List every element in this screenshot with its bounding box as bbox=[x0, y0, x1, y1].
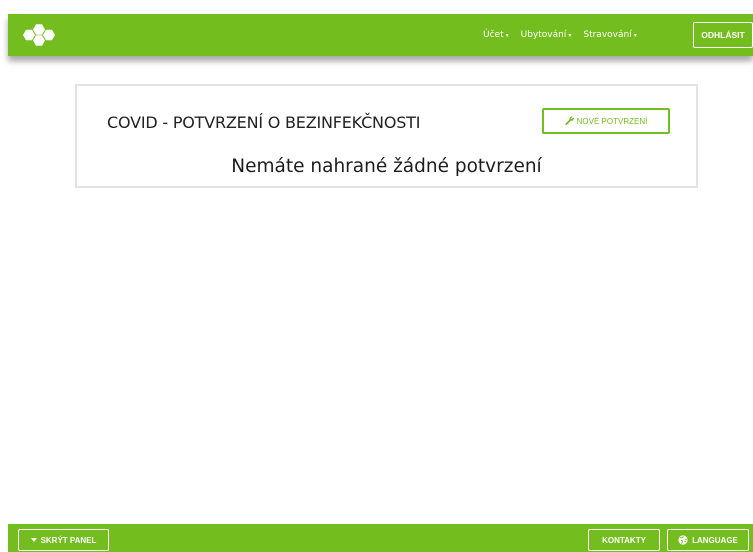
hide-panel-label: SKRÝT PANEL bbox=[40, 535, 97, 545]
caret-down-icon bbox=[30, 538, 37, 542]
nav-item-account[interactable]: Účet ▾ bbox=[483, 30, 509, 40]
bottom-bar: SKRÝT PANEL KONTAKTY LANGUAGE bbox=[8, 524, 753, 552]
wrench-icon bbox=[565, 116, 574, 127]
nav-item-accommodation[interactable]: Ubytování ▾ bbox=[521, 30, 572, 40]
hide-panel-button[interactable]: SKRÝT PANEL bbox=[18, 529, 109, 551]
nav-item-label: Stravování bbox=[583, 30, 632, 40]
language-label: LANGUAGE bbox=[692, 535, 738, 545]
page-title: COVID - POTVRZENÍ O BEZINFEKČNOSTI bbox=[107, 113, 421, 132]
logout-button[interactable]: ODHLÁSIT bbox=[693, 22, 753, 48]
contacts-button[interactable]: KONTAKTY bbox=[588, 529, 660, 551]
nav-item-dining[interactable]: Stravování ▾ bbox=[583, 30, 636, 40]
new-certificate-label: NOVÉ POTVRZENÍ bbox=[576, 116, 648, 126]
language-button[interactable]: LANGUAGE bbox=[667, 529, 749, 551]
caret-down-icon: ▾ bbox=[568, 31, 572, 39]
nav-item-label: Ubytování bbox=[520, 30, 567, 40]
empty-state-message: Nemáte nahrané žádné potvrzení bbox=[231, 156, 542, 177]
caret-down-icon: ▾ bbox=[505, 31, 509, 39]
covid-certificate-card: COVID - POTVRZENÍ O BEZINFEKČNOSTI NOVÉ … bbox=[75, 84, 698, 188]
new-certificate-button[interactable]: NOVÉ POTVRZENÍ bbox=[542, 108, 670, 134]
caret-down-icon: ▾ bbox=[633, 31, 637, 39]
nav-menu: Účet ▾ Ubytování ▾ Stravování ▾ bbox=[483, 14, 637, 56]
top-navbar: Účet ▾ Ubytování ▾ Stravování ▾ ODHLÁSIT bbox=[8, 14, 753, 56]
nav-item-label: Účet bbox=[483, 30, 504, 40]
globe-icon bbox=[678, 535, 688, 545]
logo-icon[interactable] bbox=[19, 24, 55, 46]
